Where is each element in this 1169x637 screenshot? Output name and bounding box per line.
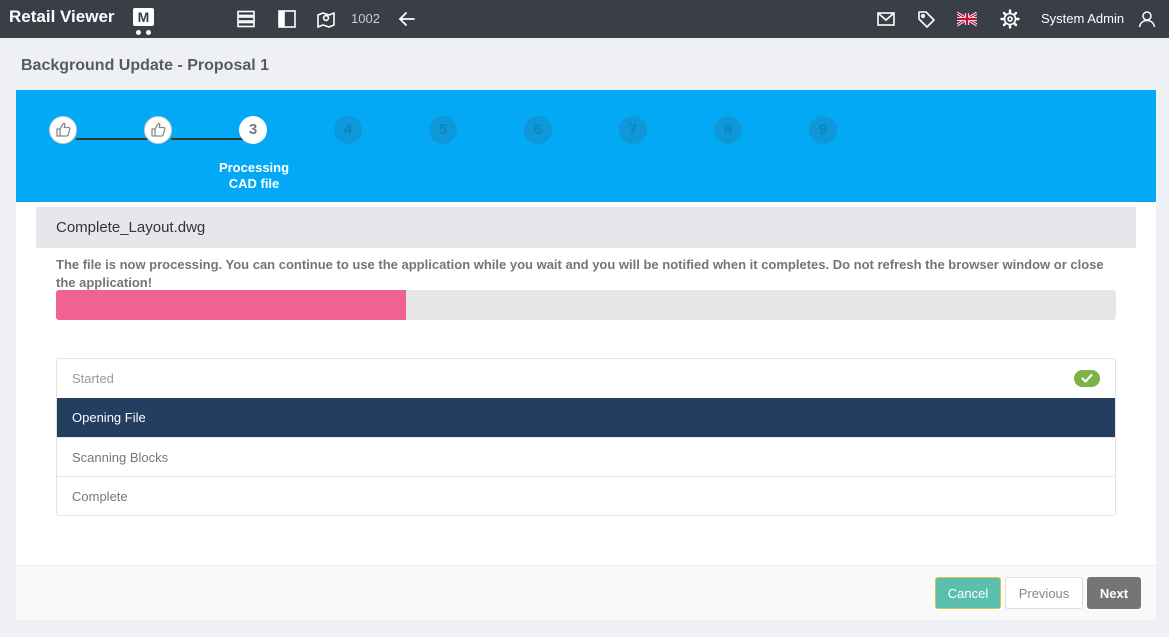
current-step-label-line2: CAD file	[228, 176, 280, 191]
cancel-button[interactable]: Cancel	[935, 577, 1001, 609]
step-connector	[76, 138, 156, 140]
wizard-footer: Cancel Previous Next	[16, 565, 1156, 620]
thumbs-up-icon	[56, 122, 71, 137]
current-step-label: Processing CAD file	[210, 160, 298, 192]
gear-icon[interactable]	[1000, 9, 1020, 29]
tag-icon[interactable]	[916, 9, 936, 29]
processing-notice: The file is now processing. You can cont…	[56, 257, 1104, 290]
logo-wheel	[136, 30, 141, 35]
status-label: Complete	[72, 489, 128, 504]
step-7: 7	[619, 116, 647, 144]
step-3[interactable]: 3	[239, 116, 267, 144]
next-button[interactable]: Next	[1087, 577, 1141, 609]
file-name-header: Complete_Layout.dwg	[36, 207, 1136, 248]
step-2[interactable]	[144, 116, 172, 144]
status-item-complete: Complete	[57, 476, 1115, 515]
status-item-started: Started	[57, 359, 1115, 398]
step-4: 4	[334, 116, 362, 144]
check-icon	[1074, 370, 1100, 387]
status-label: Scanning Blocks	[72, 450, 169, 465]
previous-button[interactable]: Previous	[1005, 577, 1083, 609]
logo-text: Retail Viewer	[9, 7, 115, 26]
status-list: Started Opening File Scanning Blocks Com…	[56, 358, 1116, 516]
step-5: 5	[429, 116, 457, 144]
map-icon[interactable]	[316, 9, 336, 29]
step-8: 8	[714, 116, 742, 144]
status-label: Started	[72, 371, 114, 386]
wizard-stepper: 3 4 5 6 7 8 9 Processing CAD file	[16, 90, 1156, 202]
step-6: 6	[524, 116, 552, 144]
mail-icon[interactable]	[876, 9, 896, 29]
store-number[interactable]: 1002	[351, 11, 380, 26]
user-icon[interactable]	[1137, 9, 1157, 29]
user-name[interactable]: System Admin	[1041, 11, 1124, 26]
progress-bar	[56, 290, 1116, 320]
status-item-scanning-blocks: Scanning Blocks	[57, 437, 1115, 476]
wizard-panel: 3 4 5 6 7 8 9 Processing CAD file Comple…	[16, 90, 1156, 620]
top-bar: Retail Viewer M 1002 System Admin	[0, 0, 1169, 38]
page-title: Background Update - Proposal 1	[21, 57, 270, 74]
logo-cart-mark: M	[133, 8, 154, 26]
status-label: Opening File	[72, 410, 146, 425]
progress-bar-fill	[56, 290, 406, 320]
step-1[interactable]	[49, 116, 77, 144]
step-9: 9	[809, 116, 837, 144]
uk-flag-icon[interactable]	[957, 9, 977, 29]
step-connector	[171, 138, 251, 140]
logo-wheel	[146, 30, 151, 35]
status-item-opening-file: Opening File	[57, 398, 1115, 437]
layout-icon[interactable]	[277, 9, 297, 29]
thumbs-up-icon	[151, 122, 166, 137]
arrow-left-icon[interactable]	[397, 9, 417, 29]
list-icon[interactable]	[236, 9, 256, 29]
current-step-label-line1: Processing	[218, 160, 290, 175]
